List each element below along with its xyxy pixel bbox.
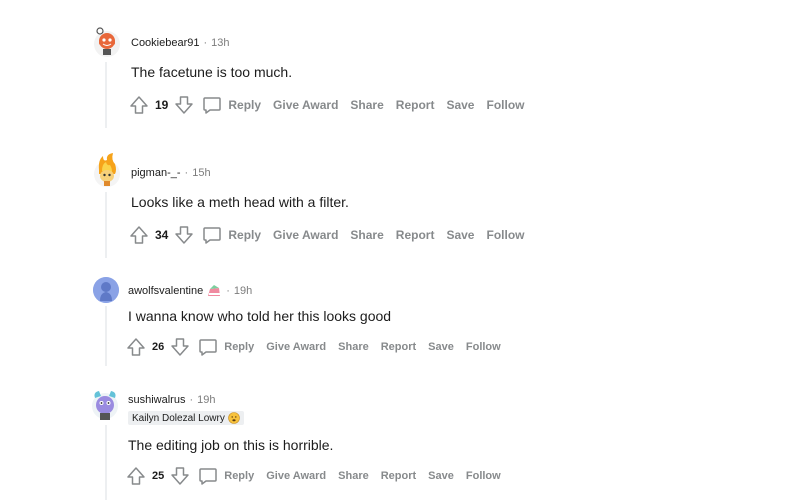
reply-button[interactable]: Reply (202, 225, 261, 245)
thread-line[interactable] (105, 306, 107, 366)
flair-label: Kailyn Dolezal Lowry (132, 412, 225, 424)
reply-label: Reply (224, 341, 255, 353)
vote-score: 25 (152, 470, 165, 482)
vote-score: 19 (155, 98, 169, 112)
upvote-icon[interactable] (129, 95, 149, 115)
avatar[interactable] (91, 388, 119, 422)
thread-line[interactable] (105, 192, 107, 258)
report-button[interactable]: Report (396, 98, 435, 112)
comment-bubble-icon (203, 227, 222, 244)
comment-bubble-icon (199, 468, 217, 485)
give-award-button[interactable]: Give Award (273, 228, 338, 242)
share-button[interactable]: Share (338, 341, 369, 353)
avatar[interactable] (93, 152, 121, 188)
separator-dot: · (203, 37, 208, 49)
report-button[interactable]: Report (381, 341, 416, 353)
comment-meta: sushiwalrus · 19h (128, 394, 216, 406)
username[interactable]: Cookiebear91 (131, 37, 200, 49)
downvote-icon[interactable] (170, 337, 190, 357)
avatar[interactable] (93, 277, 119, 303)
share-button[interactable]: Share (350, 98, 383, 112)
reply-label: Reply (224, 470, 255, 482)
comment-meta: pigman-_- · 15h (131, 167, 211, 179)
follow-button[interactable]: Follow (486, 98, 524, 112)
comment-body: Looks like a meth head with a filter. (131, 194, 349, 210)
thread-line[interactable] (105, 425, 107, 500)
report-button[interactable]: Report (396, 228, 435, 242)
comment-body: The editing job on this is horrible. (128, 437, 334, 453)
username[interactable]: awolfsvalentine (128, 285, 203, 297)
save-button[interactable]: Save (428, 470, 454, 482)
comment-bubble-icon (203, 97, 222, 114)
avatar[interactable] (93, 24, 121, 58)
downvote-icon[interactable] (170, 466, 190, 486)
timestamp[interactable]: 19h (234, 285, 252, 297)
share-button[interactable]: Share (350, 228, 383, 242)
save-button[interactable]: Save (446, 228, 474, 242)
emoji-icon (228, 412, 240, 424)
timestamp[interactable]: 13h (211, 37, 229, 49)
give-award-button[interactable]: Give Award (266, 341, 326, 353)
comment-body: The facetune is too much. (131, 64, 293, 80)
upvote-icon[interactable] (129, 225, 149, 245)
user-flair: Kailyn Dolezal Lowry (128, 411, 244, 425)
comment-actions: 26 Reply Give Award Share Report Save Fo… (126, 337, 501, 357)
reply-button[interactable]: Reply (202, 95, 261, 115)
follow-button[interactable]: Follow (466, 341, 501, 353)
comment-meta: awolfsvalentine · 19h (128, 284, 252, 298)
reply-label: Reply (228, 98, 262, 112)
username[interactable]: sushiwalrus (128, 394, 185, 406)
separator-dot: · (226, 285, 230, 297)
comment-actions: 25 Reply Give Award Share Report Save Fo… (126, 466, 501, 486)
comment-actions: 34 Reply Give Award Share Report Save Fo… (129, 225, 524, 245)
give-award-button[interactable]: Give Award (266, 470, 326, 482)
vote-score: 26 (152, 341, 165, 353)
reply-label: Reply (228, 228, 262, 242)
save-button[interactable]: Save (446, 98, 474, 112)
follow-button[interactable]: Follow (466, 470, 501, 482)
separator-dot: · (189, 394, 194, 406)
save-button[interactable]: Save (428, 341, 454, 353)
vote-score: 34 (155, 228, 169, 242)
comment-actions: 19 Reply Give Award Share Report Save Fo… (129, 95, 524, 115)
give-award-button[interactable]: Give Award (273, 98, 338, 112)
upvote-icon[interactable] (126, 466, 146, 486)
thread-line[interactable] (105, 62, 107, 128)
follow-button[interactable]: Follow (486, 228, 524, 242)
downvote-icon[interactable] (174, 225, 194, 245)
share-button[interactable]: Share (338, 470, 369, 482)
reply-button[interactable]: Reply (198, 337, 254, 357)
comment-bubble-icon (199, 339, 217, 356)
award-icon (206, 284, 222, 298)
comment-body: I wanna know who told her this looks goo… (128, 308, 392, 324)
report-button[interactable]: Report (381, 470, 416, 482)
reply-button[interactable]: Reply (198, 466, 254, 486)
timestamp[interactable]: 19h (197, 394, 215, 406)
comment-meta: Cookiebear91 · 13h (131, 37, 230, 49)
upvote-icon[interactable] (126, 337, 146, 357)
downvote-icon[interactable] (174, 95, 194, 115)
separator-dot: · (184, 167, 189, 179)
username[interactable]: pigman-_- (131, 167, 181, 179)
timestamp[interactable]: 15h (192, 167, 210, 179)
